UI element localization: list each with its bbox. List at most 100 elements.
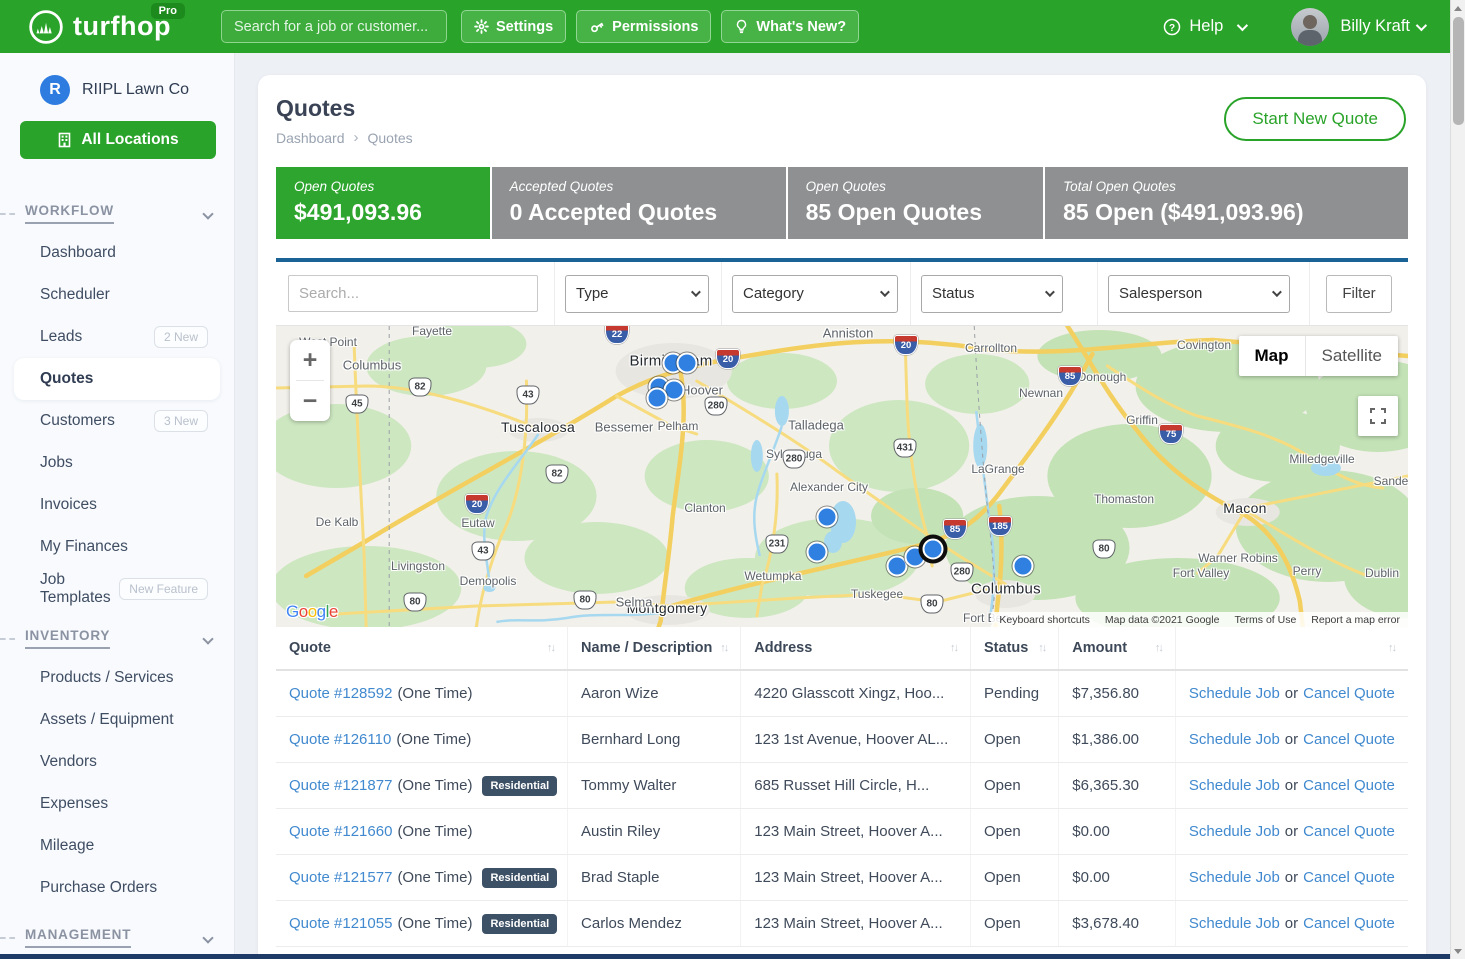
stat-label: Accepted Quotes (510, 179, 768, 194)
sidebar-section-management[interactable]: MANAGEMENT (0, 927, 234, 948)
sidebar-item-customers[interactable]: Customers3 New (0, 400, 234, 442)
sidebar-section-workflow[interactable]: WORKFLOW (0, 203, 234, 224)
address-text: 123 1st Avenue, Hoover AL... (754, 731, 948, 748)
name-cell: Brad Staple (568, 855, 741, 900)
map-canvas[interactable]: + − Map Satellite Google Keyboard shortc… (276, 326, 1408, 627)
col-header-name-description[interactable]: Name / Description↑↓ (568, 627, 741, 669)
cancel-quote-link[interactable]: Cancel Quote (1303, 823, 1395, 840)
sidebar-item-dashboard[interactable]: Dashboard (0, 232, 234, 274)
col-header-quote[interactable]: Quote↑↓ (276, 627, 568, 669)
schedule-job-link[interactable]: Schedule Job (1189, 777, 1280, 794)
breadcrumb-dashboard[interactable]: Dashboard (276, 130, 345, 146)
map-marker-1[interactable] (677, 353, 698, 374)
sidebar-section-inventory[interactable]: INVENTORY (0, 628, 234, 649)
google-logo[interactable]: Google (286, 602, 338, 622)
all-locations-button[interactable]: All Locations (20, 121, 216, 159)
chevron-down-icon[interactable] (1416, 19, 1427, 30)
map-marker-9[interactable] (923, 539, 944, 560)
sidebar-item-expenses[interactable]: Expenses (0, 783, 234, 825)
sort-icon[interactable]: ↑↓ (950, 642, 957, 654)
map-marker-10[interactable] (1013, 556, 1034, 577)
sidebar-item-job-templates[interactable]: Job TemplatesNew Feature (0, 568, 234, 610)
quote-link[interactable]: Quote #121055 (289, 915, 392, 932)
table-search-input[interactable] (288, 275, 538, 312)
cancel-quote-link[interactable]: Cancel Quote (1303, 731, 1395, 748)
quote-link[interactable]: Quote #126110 (289, 731, 391, 748)
sort-icon[interactable]: ↑↓ (547, 642, 554, 654)
cancel-quote-link[interactable]: Cancel Quote (1303, 915, 1395, 932)
map-marker-6[interactable] (807, 542, 828, 563)
sort-icon[interactable]: ↑↓ (1155, 642, 1162, 654)
map-label-bessemer: Bessemer (595, 420, 654, 435)
quote-link[interactable]: Quote #121660 (289, 823, 392, 840)
map-type-map-button[interactable]: Map (1239, 336, 1305, 376)
sort-icon[interactable]: ↑↓ (720, 642, 727, 654)
zoom-in-button[interactable]: + (290, 340, 330, 380)
whats-new-button[interactable]: What's New? (721, 10, 859, 43)
or-text: or (1285, 777, 1298, 794)
vertical-scrollbar[interactable] (1450, 0, 1465, 959)
schedule-job-link[interactable]: Schedule Job (1189, 731, 1280, 748)
sort-icon[interactable]: ↑↓ (1038, 642, 1045, 654)
quote-type: (One Time) (397, 915, 472, 932)
cancel-quote-link[interactable]: Cancel Quote (1303, 685, 1395, 702)
status-filter-select[interactable]: Status (921, 275, 1063, 313)
col-header-address[interactable]: Address↑↓ (741, 627, 971, 669)
salesperson-filter-select[interactable]: Salesperson (1108, 275, 1290, 313)
sidebar-item-quotes[interactable]: Quotes (14, 358, 220, 400)
chevron-down-icon (1272, 287, 1282, 297)
schedule-job-link[interactable]: Schedule Job (1189, 685, 1280, 702)
map-type-satellite-button[interactable]: Satellite (1305, 336, 1398, 376)
sidebar-item-mileage[interactable]: Mileage (0, 825, 234, 867)
col-header-amount[interactable]: Amount↑↓ (1059, 627, 1176, 669)
scroll-up-icon[interactable] (1451, 0, 1465, 16)
schedule-job-link[interactable]: Schedule Job (1189, 869, 1280, 886)
amount-cell: $3,678.40 (1059, 901, 1176, 946)
amount-cell: $0.00 (1059, 809, 1176, 854)
sort-icon[interactable]: ↑↓ (1388, 642, 1395, 654)
quote-link[interactable]: Quote #121877 (289, 777, 392, 794)
quote-link[interactable]: Quote #121577 (289, 869, 392, 886)
map-label-warner-robins: Warner Robins (1198, 551, 1278, 565)
type-filter-select[interactable]: Type (565, 275, 709, 313)
sidebar-item-vendors[interactable]: Vendors (0, 741, 234, 783)
schedule-job-link[interactable]: Schedule Job (1189, 823, 1280, 840)
category-filter-select[interactable]: Category (732, 275, 898, 313)
global-search-input[interactable] (221, 10, 447, 43)
schedule-job-link[interactable]: Schedule Job (1189, 915, 1280, 932)
horizontal-scrollbar[interactable] (0, 954, 1450, 959)
cancel-quote-link[interactable]: Cancel Quote (1303, 869, 1395, 886)
chevron-down-icon (1045, 287, 1055, 297)
sidebar-item-purchase-orders[interactable]: Purchase Orders (0, 867, 234, 909)
user-avatar[interactable] (1291, 8, 1329, 46)
attribution-keyboard-shortcuts[interactable]: Keyboard shortcuts (999, 614, 1089, 626)
company-row[interactable]: R RIIPL Lawn Co (0, 53, 234, 105)
sidebar-item-products-services[interactable]: Products / Services (0, 657, 234, 699)
map-marker-5[interactable] (817, 507, 838, 528)
filter-button[interactable]: Filter (1326, 275, 1392, 313)
sidebar-item-assets-equipment[interactable]: Assets / Equipment (0, 699, 234, 741)
cancel-quote-link[interactable]: Cancel Quote (1303, 777, 1395, 794)
attribution-terms-of-use[interactable]: Terms of Use (1234, 614, 1296, 626)
zoom-out-button[interactable]: − (290, 381, 330, 421)
col-header-actions[interactable]: ↑↓ (1176, 627, 1408, 669)
col-header-status[interactable]: Status↑↓ (971, 627, 1059, 669)
sidebar-item-scheduler[interactable]: Scheduler (0, 274, 234, 316)
sidebar-item-leads[interactable]: Leads2 New (0, 316, 234, 358)
fullscreen-button[interactable] (1358, 396, 1398, 436)
sidebar-item-my-finances[interactable]: My Finances (0, 526, 234, 568)
sidebar-item-invoices[interactable]: Invoices (0, 484, 234, 526)
permissions-button[interactable]: Permissions (576, 10, 711, 43)
settings-button[interactable]: Settings (461, 10, 566, 43)
app-logo[interactable]: turfhop Pro (28, 9, 171, 45)
start-new-quote-button[interactable]: Start New Quote (1224, 97, 1406, 141)
scrollbar-thumb[interactable] (1453, 17, 1464, 125)
map-marker-4[interactable] (647, 388, 668, 409)
attribution-report-a-map-error[interactable]: Report a map error (1311, 614, 1400, 626)
company-name: RIIPL Lawn Co (82, 81, 189, 99)
help-menu[interactable]: ? Help (1163, 17, 1245, 36)
quote-link[interactable]: Quote #128592 (289, 685, 392, 702)
map-label-clanton: Clanton (684, 501, 725, 515)
sidebar-item-jobs[interactable]: Jobs (0, 442, 234, 484)
scroll-down-icon[interactable] (1451, 943, 1465, 959)
